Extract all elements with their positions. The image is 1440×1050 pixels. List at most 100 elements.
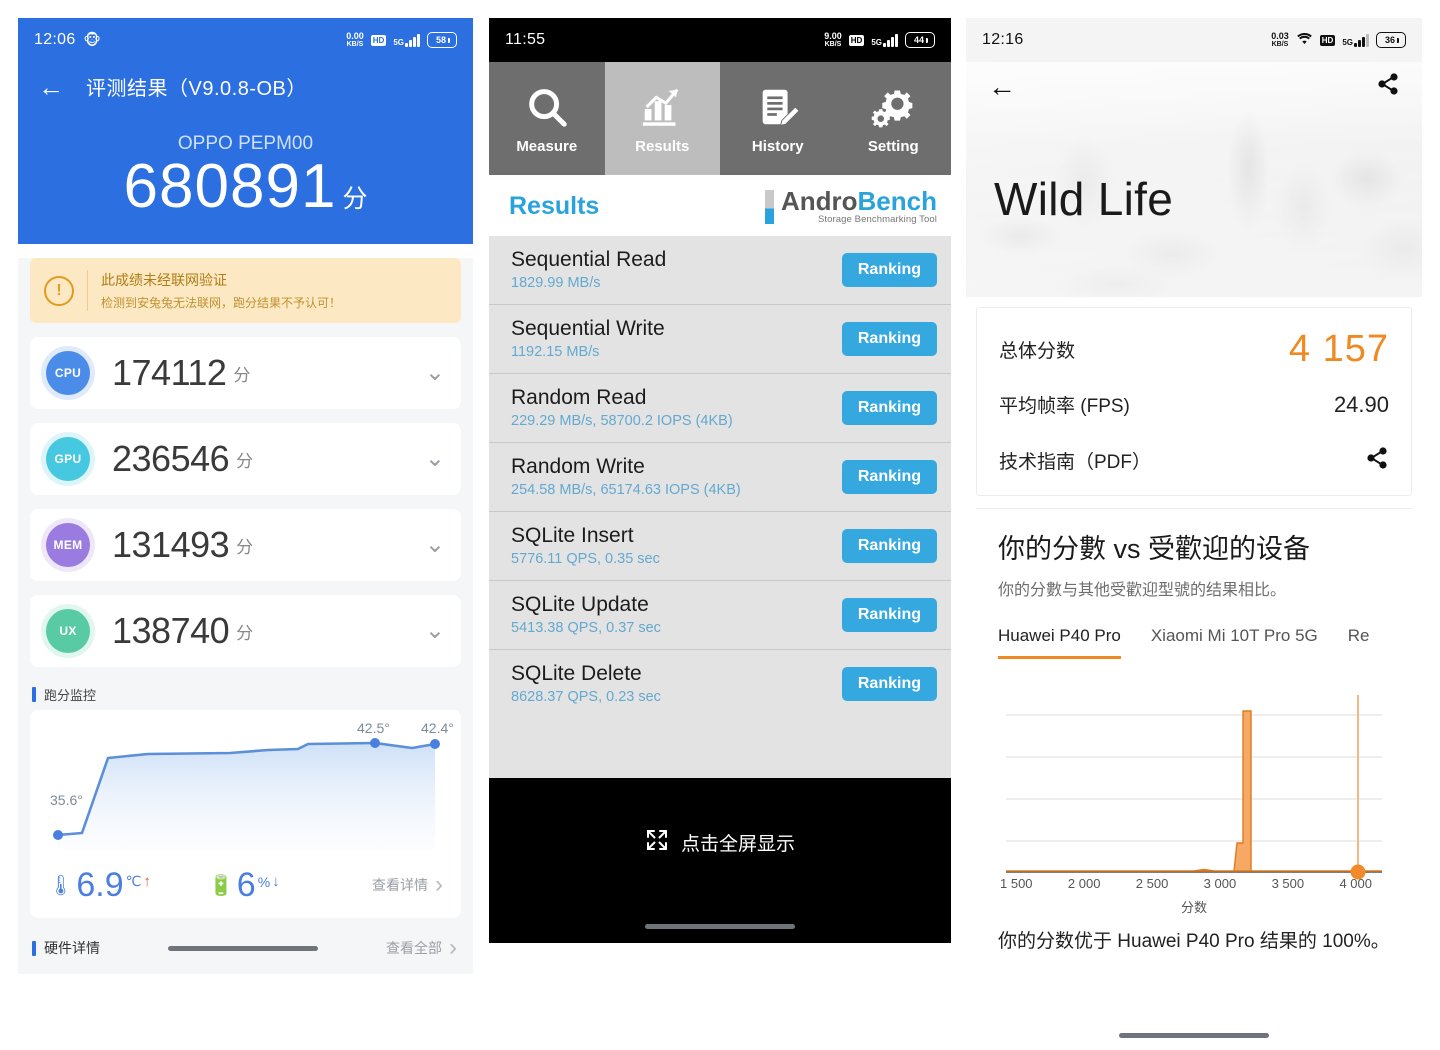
chart-label-end: 42.4° xyxy=(421,720,454,736)
gpu-score-unit: 分 xyxy=(236,451,254,471)
monitor-section-label: 跑分监控 xyxy=(44,688,97,703)
status-time: 12:06 xyxy=(34,31,76,48)
result-value: 1192.15 MB/s xyxy=(511,344,600,360)
monitor-section-header: 跑分监控 xyxy=(32,685,473,704)
cpu-badge-icon: CPU xyxy=(46,351,90,395)
battery-icon: 🔋 xyxy=(208,875,234,897)
share-icon[interactable] xyxy=(1365,446,1389,475)
chevron-down-icon[interactable]: ⌄ xyxy=(425,533,445,557)
status-time: 11:55 xyxy=(505,31,546,48)
bar-chart-icon xyxy=(639,83,685,131)
result-row-random-read[interactable]: Random Read 229.29 MB/s, 58700.2 IOPS (4… xyxy=(489,374,951,443)
fullscreen-video-area[interactable]: 点击全屏显示 xyxy=(489,778,951,943)
tab-setting[interactable]: Setting xyxy=(835,62,951,175)
view-detail-label: 查看详情 xyxy=(372,877,428,893)
ranking-button[interactable]: Ranking xyxy=(841,459,937,494)
ranking-button[interactable]: Ranking xyxy=(841,252,937,287)
warning-title: 此成绩未经联网验证 xyxy=(101,272,227,288)
chevron-down-icon[interactable]: ⌄ xyxy=(425,447,445,471)
status-bar-left: 12:06 🐵 xyxy=(34,31,101,49)
result-value: 5776.11 QPS, 0.35 sec xyxy=(511,551,660,567)
score-row-ux[interactable]: UX 138740 分 ⌄ xyxy=(30,595,461,667)
tab-measure[interactable]: Measure xyxy=(489,62,605,175)
chart-label-peak: 42.5° xyxy=(357,720,390,736)
technical-guide-label: 技术指南（PDF） xyxy=(999,452,1152,473)
x-tick: 1 500 xyxy=(1000,876,1033,891)
device-comparison-tabs: Huawei P40 Pro Xiaomi Mi 10T Pro 5G Re xyxy=(998,626,1390,659)
ranking-button[interactable]: Ranking xyxy=(841,390,937,425)
back-arrow-icon[interactable]: ← xyxy=(38,74,64,100)
score-distribution-svg xyxy=(1006,695,1382,880)
battery-delta-unit: % xyxy=(257,874,271,890)
back-arrow-icon[interactable]: ← xyxy=(988,72,1016,101)
average-fps-value: 24.90 xyxy=(1333,391,1389,417)
gpu-badge-icon: GPU xyxy=(46,437,90,481)
androbench-tab-bar: Measure Results History Setting xyxy=(489,62,951,175)
result-name: SQLite Update xyxy=(511,593,649,616)
thermometer-icon: 🌡 xyxy=(48,875,74,897)
tab-results[interactable]: Results xyxy=(604,62,720,175)
hardware-details-row[interactable]: 硬件详情 查看全部 › xyxy=(18,918,473,974)
magnifier-icon xyxy=(524,83,570,131)
home-indicator xyxy=(1119,1033,1269,1038)
chevron-down-icon[interactable]: ⌄ xyxy=(425,361,445,385)
average-fps-row: 平均帧率 (FPS) 24.90 xyxy=(999,377,1389,424)
result-row-sqlite-delete[interactable]: SQLite Delete 8628.37 QPS, 0.23 sec Rank… xyxy=(489,650,951,718)
score-unit: 分 xyxy=(342,185,368,213)
warning-subtitle: 检测到安兔兔无法联网，跑分结果不予认可！ xyxy=(101,296,342,310)
score-row-cpu[interactable]: CPU 174112 分 ⌄ xyxy=(30,337,461,409)
tab-more-devices[interactable]: Re xyxy=(1348,626,1370,659)
result-name: Sequential Read xyxy=(511,248,667,271)
list-filler xyxy=(489,718,951,778)
status-bar-left: 11:55 xyxy=(505,31,545,49)
battery-delta-stat: 🔋 6 % ↓ xyxy=(209,868,280,902)
arrow-up-icon: ↑ xyxy=(143,873,151,890)
result-text: SQLite Insert 5776.11 QPS, 0.35 sec xyxy=(511,524,660,567)
chevron-down-icon[interactable]: ⌄ xyxy=(425,619,445,643)
logo-bar-icon xyxy=(764,189,774,224)
share-icon[interactable] xyxy=(1376,72,1400,101)
ranking-button[interactable]: Ranking xyxy=(841,321,937,356)
home-indicator xyxy=(645,924,795,929)
results-header: Results AndroBench Storage Benchmarking … xyxy=(489,175,951,236)
result-row-sqlite-insert[interactable]: SQLite Insert 5776.11 QPS, 0.35 sec Rank… xyxy=(489,512,951,581)
ranking-button[interactable]: Ranking xyxy=(841,597,937,632)
x-tick: 3 500 xyxy=(1271,876,1305,891)
score-distribution-chart: 1 500 2 000 2 500 3 000 3 500 4 000 分数 xyxy=(998,683,1390,915)
mem-score-value: 131493 xyxy=(112,524,230,565)
result-row-sequential-read[interactable]: Sequential Read 1829.99 MB/s Ranking xyxy=(489,236,951,305)
view-detail-button[interactable]: 查看详情 › xyxy=(372,871,443,899)
distribution-histogram xyxy=(1006,710,1382,872)
ranking-button[interactable]: Ranking xyxy=(841,528,937,563)
score-row-gpu[interactable]: GPU 236546 分 ⌄ xyxy=(30,423,461,495)
technical-guide-row[interactable]: 技术指南（PDF） xyxy=(999,424,1389,481)
view-all-button[interactable]: 查看全部 › xyxy=(386,934,457,962)
cellular-signal-icon: 5G xyxy=(393,33,420,47)
x-tick: 2 500 xyxy=(1135,876,1169,891)
temperature-monitor-card: 35.6° 42.5° 42.4° 🌡 6.9 ℃ ↑ 🔋 6 % ↓ 查看详情… xyxy=(30,710,461,918)
tab-xiaomi-mi-10t-pro-5g[interactable]: Xiaomi Mi 10T Pro 5G xyxy=(1151,626,1318,659)
chart-label-start: 35.6° xyxy=(50,792,83,808)
result-text: Sequential Read 1829.99 MB/s xyxy=(511,248,666,291)
document-pen-icon xyxy=(755,83,801,131)
tab-results-label: Results xyxy=(635,137,690,155)
tab-measure-label: Measure xyxy=(516,137,578,155)
result-row-sequential-write[interactable]: Sequential Write 1192.15 MB/s Ranking xyxy=(489,305,951,374)
tab-huawei-p40-pro[interactable]: Huawei P40 Pro xyxy=(998,626,1121,659)
logo-part1: Andro xyxy=(780,186,858,216)
hero-action-bar: ← xyxy=(966,72,1422,101)
benchmark-results-list: Sequential Read 1829.99 MB/s Ranking Seq… xyxy=(489,236,951,778)
result-row-random-write[interactable]: Random Write 254.58 MB/s, 65174.63 IOPS … xyxy=(489,443,951,512)
gpu-score-value: 236546 xyxy=(112,438,230,479)
score-row-mem[interactable]: MEM 131493 分 ⌄ xyxy=(30,509,461,581)
result-row-sqlite-update[interactable]: SQLite Update 5413.38 QPS, 0.37 sec Rank… xyxy=(489,581,951,650)
hd-icon: HD xyxy=(848,34,865,46)
ux-score-unit: 分 xyxy=(236,623,254,643)
fullscreen-prompt[interactable]: 点击全屏显示 xyxy=(645,828,795,858)
tab-history[interactable]: History xyxy=(720,62,836,175)
benchmark-title: Wild Life xyxy=(994,173,1174,225)
network-speed-indicator: 9.00 KB/S xyxy=(824,30,842,48)
x-tick: 2 000 xyxy=(1067,876,1101,891)
x-tick: 4 000 xyxy=(1339,876,1372,891)
ranking-button[interactable]: Ranking xyxy=(841,666,937,701)
